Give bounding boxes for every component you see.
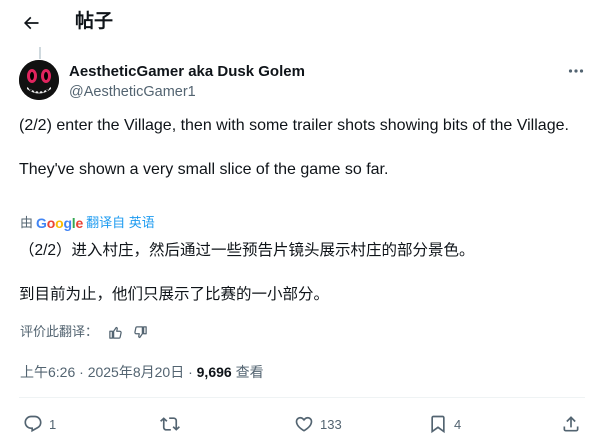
avatar-image: [19, 60, 59, 100]
more-button[interactable]: [565, 62, 587, 80]
like-count: 133: [320, 416, 342, 432]
share-icon: [563, 416, 579, 432]
author-handle[interactable]: @AestheticGamer1: [69, 83, 196, 101]
thread-line: [39, 47, 41, 59]
google-logo: Google: [36, 215, 84, 231]
reply-count: 1: [49, 416, 57, 432]
tweet-text: (2/2) enter the Village, then with some …: [19, 117, 569, 178]
rate-translation: 评价此翻译：: [20, 323, 148, 341]
repost-button[interactable]: [160, 410, 186, 438]
translation-source: 由 Google 翻译自 英语: [20, 214, 155, 232]
more-icon: [568, 69, 584, 73]
bookmark-button[interactable]: 4: [428, 410, 461, 438]
tweet-timestamp[interactable]: 上午6:26 · 2025年8月20日 ·: [20, 364, 197, 380]
views-label: 查看: [231, 364, 264, 380]
action-bar: 1 133 4: [0, 410, 601, 438]
thumbs-down-icon[interactable]: [133, 325, 148, 340]
retweet-icon: [160, 417, 180, 431]
bookmark-count: 4: [454, 416, 462, 432]
divider: [19, 397, 585, 398]
back-button[interactable]: [14, 8, 48, 38]
like-icon: [295, 416, 313, 432]
bookmark-icon: [431, 415, 445, 434]
like-button[interactable]: 133: [294, 410, 342, 438]
page-title: 帖子: [75, 11, 114, 32]
avatar[interactable]: [19, 60, 59, 100]
back-arrow-icon: [23, 16, 39, 30]
tweet-meta: 上午6:26 · 2025年8月20日 · 9,696 查看: [20, 363, 264, 381]
translation-by-label: 由: [20, 215, 34, 230]
rate-translation-label: 评价此翻译：: [20, 324, 99, 339]
views-count: 9,696: [196, 364, 232, 380]
thumbs-up-icon[interactable]: [108, 325, 123, 340]
reply-button[interactable]: 1: [23, 410, 56, 438]
reply-icon: [24, 415, 42, 433]
author-display-name[interactable]: AestheticGamer aka Dusk Golem: [69, 63, 305, 81]
share-button[interactable]: [561, 410, 581, 438]
translated-text: （2/2）进入村庄，然后通过一些预告片镜头展示村庄的部分景色。 到目前为止，他们…: [19, 242, 475, 303]
translated-from-link[interactable]: 翻译自 英语: [86, 214, 155, 232]
